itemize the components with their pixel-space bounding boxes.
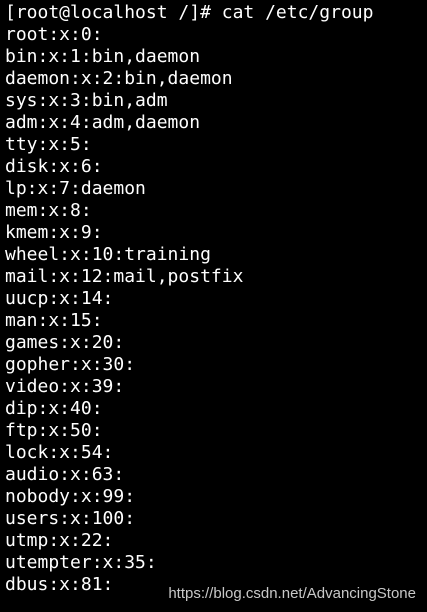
- group-entry-line: utempter:x:35:: [5, 552, 157, 573]
- group-entry-line: adm:x:4:adm,daemon: [5, 112, 201, 133]
- group-entry-line: users:x:100:: [5, 508, 136, 529]
- group-entry-line: games:x:20:: [5, 332, 125, 353]
- group-entry-line: lock:x:54:: [5, 442, 114, 463]
- group-entry-line: man:x:15:: [5, 310, 103, 331]
- group-entry-line: tty:x:5:: [5, 134, 92, 155]
- terminal-window[interactable]: [root@localhost /]# cat /etc/group root:…: [0, 0, 427, 612]
- group-entry-line: bin:x:1:bin,daemon: [5, 46, 201, 67]
- group-entry-line: kmem:x:9:: [5, 222, 103, 243]
- group-entry-line: daemon:x:2:bin,daemon: [5, 68, 233, 89]
- group-entry-line: disk:x:6:: [5, 156, 103, 177]
- group-entry-line: sys:x:3:bin,adm: [5, 90, 168, 111]
- group-entry-line: audio:x:63:: [5, 464, 125, 485]
- group-entry-line: video:x:39:: [5, 376, 125, 397]
- group-entry-line: mem:x:8:: [5, 200, 92, 221]
- group-entry-line: lp:x:7:daemon: [5, 178, 146, 199]
- group-entry-line: utmp:x:22:: [5, 530, 114, 551]
- group-entry-line: ftp:x:50:: [5, 420, 103, 441]
- group-entry-line: wheel:x:10:training: [5, 244, 211, 265]
- terminal-output: [root@localhost /]# cat /etc/group root:…: [5, 2, 373, 596]
- group-entry-line: mail:x:12:mail,postfix: [5, 266, 244, 287]
- command-prompt-line: [root@localhost /]# cat /etc/group: [5, 2, 374, 23]
- group-entry-line: root:x:0:: [5, 24, 103, 45]
- group-entry-line: gopher:x:30:: [5, 354, 136, 375]
- group-entry-line: uucp:x:14:: [5, 288, 114, 309]
- group-entry-line: nobody:x:99:: [5, 486, 136, 507]
- group-entry-line: dip:x:40:: [5, 398, 103, 419]
- watermark: https://blog.csdn.net/AdvancingStone: [168, 585, 416, 602]
